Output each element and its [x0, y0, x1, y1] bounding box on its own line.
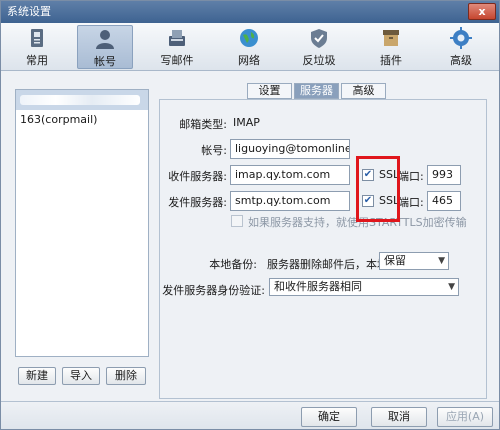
ok-button[interactable]: 确定 — [301, 407, 357, 427]
advanced-icon — [450, 27, 472, 49]
local-backup-select[interactable]: 保留 ▼ — [379, 252, 449, 270]
chevron-down-icon: ▼ — [448, 282, 455, 292]
toolbar-antispam-label: 反垃圾 — [302, 54, 336, 67]
import-account-button[interactable]: 导入 — [62, 367, 100, 385]
new-account-button[interactable]: 新建 — [18, 367, 56, 385]
ssl-highlight-box — [356, 156, 400, 222]
account-list-item-blurred[interactable] — [16, 90, 148, 110]
window-title: 系统设置 — [7, 5, 51, 18]
outgoing-auth-label: 发件服务器身份验证: — [162, 284, 265, 297]
account-list[interactable]: 163(corpmail) — [15, 89, 149, 357]
toolbar-plugin[interactable]: 插件 — [363, 25, 419, 69]
outgoing-auth-select[interactable]: 和收件服务器相同 ▼ — [269, 278, 459, 296]
network-icon — [240, 29, 258, 47]
toolbar-network-label: 网络 — [238, 54, 260, 67]
toolbar-antispam[interactable]: 反垃圾 — [291, 25, 347, 69]
tab-settings[interactable]: 设置 — [247, 83, 292, 99]
outgoing-port-label: 端口: — [398, 196, 424, 209]
toolbar-account[interactable]: 帐号 — [77, 25, 133, 69]
toolbar-general-label: 常用 — [26, 54, 48, 67]
account-field[interactable]: liguoying@tomonline-in — [230, 139, 350, 159]
toolbar-account-label: 帐号 — [94, 55, 116, 68]
settings-window: 系统设置 x 常用 帐号 写邮件 网络 反垃圾 插件 高级 163(corpma… — [0, 0, 500, 430]
outgoing-port-field[interactable]: 465 — [427, 191, 461, 211]
blurred-account-name — [20, 95, 140, 105]
plugin-icon — [383, 30, 399, 46]
incoming-server-label: 收件服务器: — [168, 170, 227, 183]
local-backup-label: 本地备份: — [209, 258, 257, 271]
title-bar: 系统设置 x — [1, 1, 499, 23]
settings-toolbar: 常用 帐号 写邮件 网络 反垃圾 插件 高级 — [1, 23, 499, 71]
compose-icon — [169, 30, 185, 46]
outgoing-server-field[interactable]: smtp.qy.tom.com — [230, 191, 350, 211]
toolbar-network[interactable]: 网络 — [221, 25, 277, 69]
apply-button[interactable]: 应用(A) — [437, 407, 493, 427]
account-icon — [96, 30, 114, 49]
tab-advanced[interactable]: 高级 — [341, 83, 386, 99]
outgoing-server-label: 发件服务器: — [168, 196, 227, 209]
local-backup-desc: 服务器删除邮件后，本地 — [267, 258, 388, 271]
toolbar-advanced-label: 高级 — [450, 54, 472, 67]
chevron-down-icon: ▼ — [438, 256, 445, 266]
antispam-icon — [311, 29, 327, 48]
starttls-checkbox[interactable] — [231, 215, 243, 227]
close-button[interactable]: x — [468, 3, 496, 20]
toolbar-general[interactable]: 常用 — [9, 25, 65, 69]
cancel-button[interactable]: 取消 — [371, 407, 427, 427]
toolbar-compose-label: 写邮件 — [160, 54, 194, 67]
toolbar-plugin-label: 插件 — [380, 54, 402, 67]
tab-server[interactable]: 服务器 — [294, 83, 339, 99]
incoming-server-field[interactable]: imap.qy.tom.com — [230, 165, 350, 185]
outgoing-auth-select-value: 和收件服务器相同 — [274, 280, 362, 293]
mailbox-type-value: IMAP — [233, 116, 260, 129]
delete-account-button[interactable]: 删除 — [106, 367, 146, 385]
incoming-port-field[interactable]: 993 — [427, 165, 461, 185]
local-backup-select-value: 保留 — [384, 254, 406, 267]
incoming-port-label: 端口: — [398, 170, 424, 183]
mailbox-type-label: 邮箱类型: — [179, 118, 227, 131]
toolbar-compose[interactable]: 写邮件 — [149, 25, 205, 69]
account-label: 帐号: — [201, 144, 227, 157]
general-icon — [31, 29, 43, 47]
toolbar-advanced[interactable]: 高级 — [433, 25, 489, 69]
account-list-item[interactable]: 163(corpmail) — [16, 110, 148, 130]
